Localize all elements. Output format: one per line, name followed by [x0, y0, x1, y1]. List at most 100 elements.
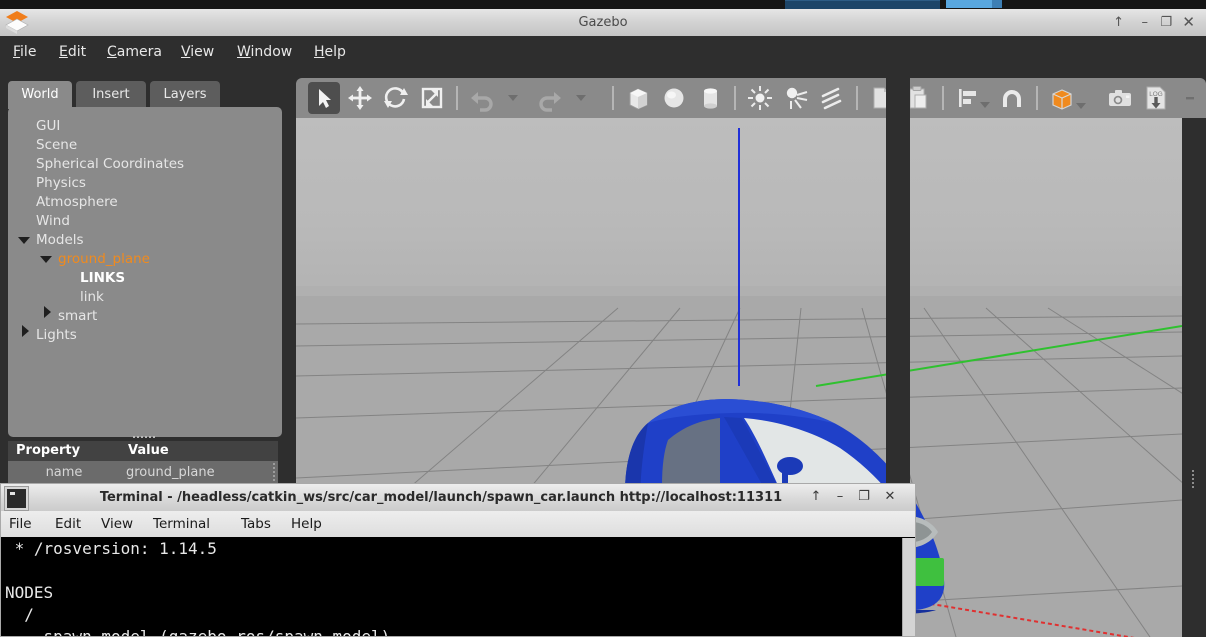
menu-file-rest: ile [20, 44, 37, 60]
gazebo-toolbar: LOG [296, 78, 1206, 118]
tree-item-physics[interactable]: Physics [36, 174, 86, 193]
toolbar-separator [456, 86, 458, 110]
tree-item-scene[interactable]: Scene [36, 136, 77, 155]
terminal-line: spawn_model (gazebo_ros/spawn_model) [5, 627, 391, 637]
log-record-icon[interactable]: LOG [1140, 82, 1172, 114]
tree-expander-lights-icon[interactable] [22, 325, 29, 337]
menu-window[interactable]: Window [228, 36, 301, 69]
gazebo-window-title: Gazebo [578, 15, 628, 30]
viewport-splitter-grip[interactable] [1190, 468, 1196, 490]
desktop-taskbar [0, 0, 1206, 9]
gazebo-shade-button[interactable]: ↑ [1113, 9, 1124, 36]
tree-item-lights[interactable]: Lights [36, 326, 77, 345]
gazebo-maximize-button[interactable]: ❐ [1160, 9, 1172, 36]
terminal-shade-button[interactable]: ↑ [805, 486, 827, 508]
terminal-output[interactable]: * /rosversion: 1.14.5 NODES / spawn_mode… [0, 537, 916, 637]
toolbar-separator [942, 86, 944, 110]
world-tree[interactable]: GUI Scene Spherical Coordinates Physics … [8, 107, 282, 437]
gazebo-title-bar: Gazebo ↑ – ❐ ✕ [0, 9, 1206, 37]
terminal-maximize-button[interactable]: ❐ [853, 486, 875, 508]
terminal-menu-terminal[interactable]: Terminal [153, 511, 210, 537]
taskbar-window-item-3[interactable] [992, 0, 1002, 8]
tree-item-spherical-coordinates[interactable]: Spherical Coordinates [36, 155, 184, 174]
tree-expander-smart-icon[interactable] [44, 306, 51, 318]
view-angle-cube-icon[interactable] [1046, 82, 1078, 114]
undo-icon[interactable] [466, 82, 498, 114]
taskbar-window-item-1[interactable] [785, 0, 940, 9]
terminal-icon [4, 486, 29, 511]
menu-camera-rest: amera [116, 44, 162, 60]
insert-cylinder-icon[interactable] [694, 82, 726, 114]
screen: Gazebo ↑ – ❐ ✕ File Edit Camera View Win… [0, 0, 1206, 637]
table-row[interactable]: name ground_plane [8, 461, 278, 485]
more-options-icon[interactable] [1174, 82, 1206, 114]
terminal-close-button[interactable]: ✕ [879, 486, 901, 508]
scale-mode-icon[interactable] [416, 82, 448, 114]
tab-insert[interactable]: Insert [76, 81, 146, 109]
terminal-menu-bar: File Edit View Terminal Tabs Help [0, 511, 916, 537]
snap-icon[interactable] [996, 82, 1028, 114]
taskbar-window-item-2[interactable] [946, 0, 992, 8]
terminal-menu-tabs[interactable]: Tabs [241, 511, 271, 537]
terminal-line: * /rosversion: 1.14.5 [5, 539, 217, 558]
panel-splitter-grip[interactable] [132, 435, 160, 439]
align-icon[interactable] [952, 82, 984, 114]
toolbar-separator [856, 86, 858, 110]
terminal-title-bar: Terminal - /headless/catkin_ws/src/car_m… [0, 483, 916, 511]
tree-item-ground-plane[interactable]: ground_plane [58, 250, 150, 269]
tab-world[interactable]: World [8, 81, 72, 109]
menu-edit[interactable]: Edit [50, 36, 95, 69]
toolbar-separator [612, 86, 614, 110]
tree-item-atmosphere[interactable]: Atmosphere [36, 193, 118, 212]
terminal-line: NODES [5, 583, 54, 602]
gazebo-close-button[interactable]: ✕ [1182, 9, 1195, 36]
tree-expander-models-icon[interactable] [18, 237, 30, 244]
terminal-menu-help[interactable]: Help [291, 511, 322, 537]
tree-item-models[interactable]: Models [36, 231, 84, 250]
property-column-header: Property [16, 443, 81, 458]
rotate-mode-icon[interactable] [380, 82, 412, 114]
insert-sphere-icon[interactable] [658, 82, 690, 114]
toolbar-separator [1036, 86, 1038, 110]
redo-icon[interactable] [534, 82, 566, 114]
screenshot-camera-icon[interactable] [1104, 82, 1136, 114]
gazebo-minimize-button[interactable]: – [1142, 9, 1149, 36]
tree-item-wind[interactable]: Wind [36, 212, 70, 231]
property-value-name[interactable]: ground_plane [126, 461, 215, 484]
view-angle-dropdown-caret-icon[interactable] [1076, 103, 1086, 109]
tree-item-link[interactable]: link [80, 288, 104, 307]
undo-dropdown-caret-icon[interactable] [508, 95, 518, 101]
tree-item-smart[interactable]: smart [58, 307, 97, 326]
insert-box-icon[interactable] [622, 82, 654, 114]
terminal-menu-file[interactable]: File [9, 511, 32, 537]
terminal-scrollbar[interactable] [902, 538, 915, 636]
tree-expander-ground-plane-icon[interactable] [40, 256, 52, 263]
spot-light-icon[interactable] [780, 82, 812, 114]
align-dropdown-caret-icon[interactable] [980, 102, 990, 108]
terminal-menu-edit[interactable]: Edit [55, 511, 81, 537]
terminal-minimize-button[interactable]: – [829, 486, 851, 508]
terminal-window[interactable]: Terminal - /headless/catkin_ws/src/car_m… [0, 483, 916, 637]
menu-help-rest: elp [324, 44, 346, 60]
terminal-menu-view[interactable]: View [101, 511, 133, 537]
select-mode-icon[interactable] [308, 82, 340, 114]
menu-help[interactable]: Help [305, 36, 355, 69]
redo-dropdown-caret-icon[interactable] [576, 95, 586, 101]
menu-view-rest: iew [190, 44, 215, 60]
property-key-name: name [45, 465, 83, 480]
translate-mode-icon[interactable] [344, 82, 376, 114]
menu-camera[interactable]: Camera [98, 36, 171, 69]
menu-window-rest: indow [250, 44, 293, 60]
menu-file[interactable]: File [4, 36, 45, 69]
terminal-window-title: Terminal - /headless/catkin_ws/src/car_m… [99, 490, 783, 505]
point-light-icon[interactable] [744, 82, 776, 114]
tree-item-links-header: LINKS [80, 270, 126, 286]
tree-item-gui[interactable]: GUI [36, 117, 60, 136]
tab-layers[interactable]: Layers [150, 81, 220, 109]
menu-view[interactable]: View [172, 36, 223, 69]
gazebo-menu-bar: File Edit Camera View Window Help [0, 36, 1206, 69]
directional-light-icon[interactable] [816, 82, 848, 114]
terminal-line: / [5, 605, 34, 624]
svg-text:LOG: LOG [1149, 91, 1163, 98]
toolbar-separator [734, 86, 736, 110]
